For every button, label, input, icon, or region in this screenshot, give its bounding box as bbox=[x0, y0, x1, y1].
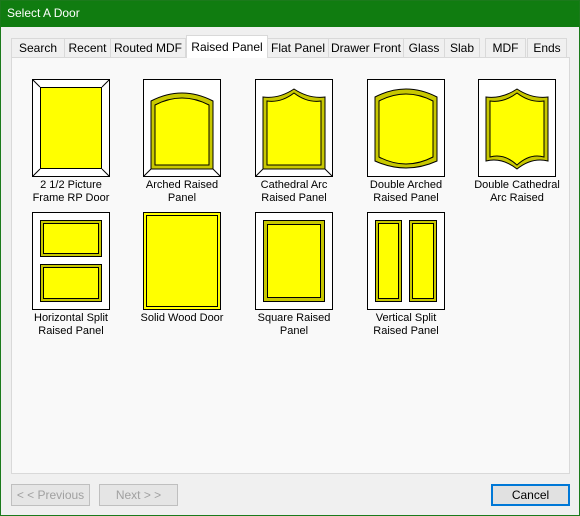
door-label-line1: Vertical Split bbox=[375, 312, 437, 324]
door-cathedral-arc[interactable]: Cathedral Arc Raised Panel bbox=[238, 79, 350, 205]
tab-flat-panel[interactable]: Flat Panel bbox=[267, 38, 329, 57]
tab-drawer-front[interactable]: Drawer Front bbox=[328, 38, 404, 57]
arched-door-icon bbox=[143, 79, 221, 177]
vertical-split-door-icon bbox=[367, 212, 445, 310]
tab-slab[interactable]: Slab bbox=[444, 38, 480, 57]
door-double-arched[interactable]: Double Arched Raised Panel bbox=[350, 79, 462, 205]
double-cathedral-door-icon bbox=[478, 79, 556, 177]
door-vertical-split[interactable]: Vertical Split Raised Panel bbox=[350, 212, 462, 338]
door-square-raised[interactable]: Square Raised Panel bbox=[238, 212, 350, 338]
door-label-line2: Frame RP Door bbox=[32, 192, 110, 204]
door-label-line2: Arc Raised bbox=[490, 192, 544, 204]
door-arched-raised[interactable]: Arched Raised Panel bbox=[126, 79, 238, 205]
door-label-line1: Square Raised bbox=[257, 312, 331, 324]
tab-strip: Search Recent Routed MDF Raised Panel Fl… bbox=[11, 35, 569, 58]
cancel-button[interactable]: Cancel bbox=[491, 484, 570, 506]
door-label-line1: Cathedral Arc bbox=[260, 179, 328, 191]
door-label-line1: Double Arched bbox=[369, 179, 443, 191]
horizontal-split-door-icon bbox=[32, 212, 110, 310]
tab-glass[interactable]: Glass bbox=[403, 38, 445, 57]
next-button[interactable]: Next > > bbox=[99, 484, 178, 506]
picture-frame-door-icon bbox=[32, 79, 110, 177]
door-gallery: 2 1/2 Picture Frame RP Door Arched Raised… bbox=[11, 57, 570, 474]
door-label-line2: Raised Panel bbox=[38, 325, 104, 337]
tab-mdf[interactable]: MDF bbox=[485, 38, 526, 57]
title-bar: Select A Door bbox=[1, 1, 579, 27]
solid-wood-door-icon bbox=[143, 212, 221, 310]
tab-ends[interactable]: Ends bbox=[527, 38, 567, 57]
door-label-line1: Double Cathedral bbox=[474, 179, 560, 191]
door-label-line1: Horizontal Split bbox=[34, 312, 108, 324]
door-label-line1: Arched Raised bbox=[145, 179, 219, 191]
door-double-cathedral[interactable]: Double Cathedral Arc Raised bbox=[461, 79, 573, 205]
previous-button[interactable]: < < Previous bbox=[11, 484, 90, 506]
cathedral-door-icon bbox=[255, 79, 333, 177]
door-label-line2: Raised Panel bbox=[373, 325, 439, 337]
door-horizontal-split[interactable]: Horizontal Split Raised Panel bbox=[15, 212, 127, 338]
tab-routed-mdf[interactable]: Routed MDF bbox=[110, 38, 186, 57]
door-label-line2: Panel bbox=[167, 192, 197, 204]
window-title: Select A Door bbox=[7, 6, 80, 20]
double-arched-door-icon bbox=[367, 79, 445, 177]
door-label-line2: Raised Panel bbox=[373, 192, 439, 204]
door-label-line2: Panel bbox=[279, 325, 309, 337]
door-picture-frame[interactable]: 2 1/2 Picture Frame RP Door bbox=[15, 79, 127, 205]
tab-recent[interactable]: Recent bbox=[64, 38, 111, 57]
door-label-line2: Raised Panel bbox=[261, 192, 327, 204]
square-raised-door-icon bbox=[255, 212, 333, 310]
select-door-dialog: Select A Door Search Recent Routed MDF R… bbox=[0, 0, 580, 516]
door-solid-wood[interactable]: Solid Wood Door bbox=[126, 212, 238, 325]
door-label-line1: Solid Wood Door bbox=[140, 312, 224, 324]
tab-search[interactable]: Search bbox=[11, 38, 65, 57]
tab-raised-panel[interactable]: Raised Panel bbox=[186, 35, 268, 58]
door-label-line1: 2 1/2 Picture bbox=[40, 179, 102, 191]
